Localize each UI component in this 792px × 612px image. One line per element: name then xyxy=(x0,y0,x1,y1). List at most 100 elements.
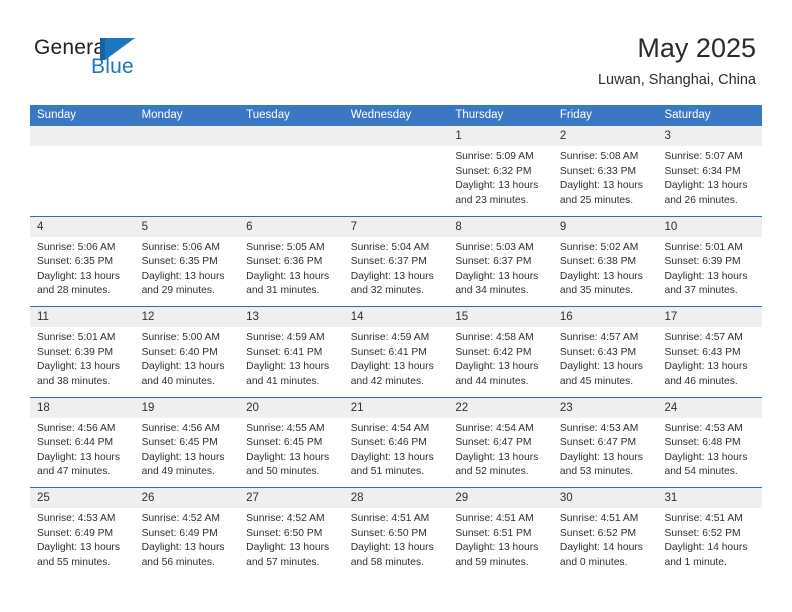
day-detail-line: Sunrise: 4:51 AM xyxy=(455,513,534,524)
calendar-day-cell[interactable]: 29 Sunrise: 4:51 AM Sunset: 6:51 PM Dayligh… xyxy=(448,488,553,579)
calendar-day-cell[interactable]: 30 Sunrise: 4:51 AM Sunset: 6:52 PM Dayligh… xyxy=(552,488,658,579)
day-number: 14 xyxy=(350,311,364,323)
day-detail-lines: Sunrise: 5:01 AM Sunset: 6:39 PM Daylight:… xyxy=(30,327,135,389)
day-number: 5 xyxy=(141,220,148,233)
calendar-week-row: 25 Sunrise: 4:53 AM Sunset: 6:49 PM Dayligh… xyxy=(30,488,763,579)
day-detail-line: Sunrise: 4:59 AM xyxy=(350,332,430,343)
calendar-day-cell[interactable]: 28 Sunrise: 4:51 AM Sunset: 6:50 PM Dayligh… xyxy=(343,488,449,579)
day-detail-line: Sunset: 6:49 PM xyxy=(37,527,114,539)
weekday-header-friday: Friday xyxy=(559,109,592,121)
calendar-day-cell[interactable]: 1 Sunrise: 5:09 AM Sunset: 6:32 PM Daylight… xyxy=(448,126,553,216)
calendar-day-cell[interactable]: 8 Sunrise: 5:03 AM Sunset: 6:37 PM Daylight… xyxy=(448,216,553,306)
page-subtitle: Luwan, Shanghai, China xyxy=(597,72,756,88)
day-detail-line: and 37 minutes. xyxy=(664,285,738,297)
calendar-day-cell[interactable]: 7 Sunrise: 5:04 AM Sunset: 6:37 PM Daylight… xyxy=(343,216,449,306)
day-detail-line: and 51 minutes. xyxy=(350,466,425,478)
day-detail-line: Sunrise: 5:01 AM xyxy=(37,332,116,343)
day-detail-line: Daylight: 14 hours xyxy=(559,542,643,554)
day-detail-line: and 35 minutes. xyxy=(559,285,634,297)
day-number-band: 12 xyxy=(134,307,240,327)
calendar-day-cell[interactable]: 5 Sunrise: 5:06 AM Sunset: 6:35 PM Daylight… xyxy=(134,216,240,306)
calendar-day-cell[interactable]: 13 Sunrise: 4:59 AM Sunset: 6:41 PM Dayligh… xyxy=(239,307,344,397)
day-detail-line: Daylight: 13 hours xyxy=(141,451,225,463)
day-detail-line: and 46 minutes. xyxy=(664,375,738,387)
day-detail-line: Sunrise: 4:58 AM xyxy=(455,332,534,343)
day-detail-line: Sunrise: 4:52 AM xyxy=(246,513,325,524)
weekday-header-row: Sunday Monday Tuesday Wednesday Thursday Frid… xyxy=(30,105,762,126)
calendar-day-cell[interactable]: 16 Sunrise: 4:57 AM Sunset: 6:43 PM Dayligh… xyxy=(552,307,658,397)
calendar-day-cell[interactable]: 20 Sunrise: 4:55 AM Sunset: 6:45 PM Dayligh… xyxy=(239,397,344,487)
day-number: 21 xyxy=(350,401,364,414)
day-detail-line: Sunset: 6:40 PM xyxy=(141,346,218,358)
day-detail-line: Sunrise: 4:53 AM xyxy=(664,422,743,434)
calendar-day-cell[interactable]: 26 Sunrise: 4:52 AM Sunset: 6:49 PM Dayligh… xyxy=(134,488,240,579)
day-detail-lines xyxy=(239,146,344,150)
day-detail-line: Sunset: 6:39 PM xyxy=(37,346,114,358)
day-detail-line: Sunset: 6:43 PM xyxy=(664,346,741,358)
day-number-band xyxy=(30,126,135,146)
day-number-band: 31 xyxy=(657,488,763,508)
day-detail-lines: Sunrise: 4:51 AM Sunset: 6:51 PM Daylight:… xyxy=(448,508,553,570)
day-detail-line: Sunrise: 4:54 AM xyxy=(350,422,430,434)
day-detail-lines: Sunrise: 4:51 AM Sunset: 6:50 PM Daylight:… xyxy=(344,508,449,570)
day-number: 9 xyxy=(559,220,567,233)
day-detail-line: Daylight: 13 hours xyxy=(246,361,330,373)
day-detail-line: Daylight: 13 hours xyxy=(37,361,120,373)
day-number-band: 23 xyxy=(552,397,658,418)
day-detail-lines xyxy=(30,146,135,150)
day-number: 1 xyxy=(455,130,462,142)
day-detail-lines: Sunrise: 4:51 AM Sunset: 6:52 PM Daylight:… xyxy=(553,508,658,570)
day-detail-lines: Sunrise: 4:52 AM Sunset: 6:49 PM Daylight:… xyxy=(135,508,240,570)
calendar-day-cell[interactable]: 2 Sunrise: 5:08 AM Sunset: 6:33 PM Daylight… xyxy=(552,126,658,216)
day-number-band: 15 xyxy=(448,307,553,327)
calendar-day-cell[interactable]: 9 Sunrise: 5:02 AM Sunset: 6:38 PM Daylight… xyxy=(552,216,658,306)
day-detail-line: Daylight: 13 hours xyxy=(350,542,434,554)
calendar-day-cell[interactable]: 24 Sunrise: 4:53 AM Sunset: 6:48 PM Dayligh… xyxy=(657,397,763,487)
day-detail-line: Sunrise: 5:07 AM xyxy=(664,151,743,162)
day-number: 24 xyxy=(664,401,678,414)
calendar-day-cell[interactable]: 22 Sunrise: 4:54 AM Sunset: 6:47 PM Dayligh… xyxy=(448,397,553,487)
calendar-day-cell[interactable]: 23 Sunrise: 4:53 AM Sunset: 6:47 PM Dayligh… xyxy=(552,397,658,487)
day-detail-line: Sunrise: 4:51 AM xyxy=(664,513,743,524)
calendar-day-cell[interactable]: 17 Sunrise: 4:57 AM Sunset: 6:43 PM Dayligh… xyxy=(657,307,763,397)
calendar-day-cell[interactable]: 18 Sunrise: 4:56 AM Sunset: 6:44 PM Dayligh… xyxy=(30,397,135,487)
calendar-day-cell[interactable]: 21 Sunrise: 4:54 AM Sunset: 6:46 PM Dayligh… xyxy=(343,397,449,487)
day-number: 19 xyxy=(141,401,155,414)
day-detail-line: Sunset: 6:47 PM xyxy=(455,437,532,449)
calendar-day-cell[interactable]: 25 Sunrise: 4:53 AM Sunset: 6:49 PM Dayligh… xyxy=(30,488,135,579)
day-detail-line: and 28 minutes. xyxy=(37,285,111,297)
calendar-day-cell[interactable]: 12 Sunrise: 5:00 AM Sunset: 6:40 PM Dayligh… xyxy=(134,307,240,397)
day-detail-line: and 59 minutes. xyxy=(455,556,529,568)
day-number-band: 19 xyxy=(134,397,240,418)
day-detail-line: Sunset: 6:36 PM xyxy=(246,256,323,268)
calendar-day-cell[interactable]: 31 Sunrise: 4:51 AM Sunset: 6:52 PM Dayligh… xyxy=(657,488,763,579)
day-number: 13 xyxy=(246,311,259,323)
day-detail-line: Sunrise: 4:51 AM xyxy=(350,513,430,524)
calendar-day-cell[interactable]: 14 Sunrise: 4:59 AM Sunset: 6:41 PM Dayligh… xyxy=(343,307,449,397)
day-detail-lines: Sunrise: 4:52 AM Sunset: 6:50 PM Daylight:… xyxy=(239,508,344,570)
calendar-day-cell[interactable]: 3 Sunrise: 5:07 AM Sunset: 6:34 PM Daylight… xyxy=(657,126,763,216)
calendar-day-cell[interactable]: 19 Sunrise: 4:56 AM Sunset: 6:45 PM Dayligh… xyxy=(134,397,240,487)
calendar-day-cell[interactable]: 15 Sunrise: 4:58 AM Sunset: 6:42 PM Dayligh… xyxy=(448,307,553,397)
day-detail-line: and 57 minutes. xyxy=(246,556,320,568)
day-number-band: 20 xyxy=(239,397,344,418)
day-detail-line: and 31 minutes. xyxy=(246,285,320,297)
day-detail-lines: Sunrise: 4:57 AM Sunset: 6:43 PM Daylight:… xyxy=(657,327,762,389)
calendar-day-cell[interactable]: 6 Sunrise: 5:05 AM Sunset: 6:36 PM Daylight… xyxy=(239,216,344,306)
day-number: 28 xyxy=(350,492,364,504)
day-number-band: 4 xyxy=(30,216,135,237)
day-number-band: 6 xyxy=(239,216,344,237)
day-detail-line: Sunrise: 5:08 AM xyxy=(559,151,639,162)
day-detail-line: Sunset: 6:32 PM xyxy=(455,165,532,177)
day-detail-lines: Sunrise: 4:56 AM Sunset: 6:45 PM Daylight:… xyxy=(135,418,240,480)
day-detail-line: Daylight: 13 hours xyxy=(559,270,643,282)
calendar-day-cell[interactable]: 4 Sunrise: 5:06 AM Sunset: 6:35 PM Daylight… xyxy=(30,216,135,306)
day-detail-line: Daylight: 13 hours xyxy=(664,361,748,373)
calendar-day-cell[interactable]: 11 Sunrise: 5:01 AM Sunset: 6:39 PM Dayligh… xyxy=(30,307,135,397)
calendar-week-row: 4 Sunrise: 5:06 AM Sunset: 6:35 PM Daylight… xyxy=(30,216,763,307)
day-detail-lines: Sunrise: 5:02 AM Sunset: 6:38 PM Daylight:… xyxy=(553,237,658,299)
day-detail-line: Sunset: 6:44 PM xyxy=(37,437,114,449)
calendar-day-cell[interactable]: 27 Sunrise: 4:52 AM Sunset: 6:50 PM Dayligh… xyxy=(239,488,344,579)
day-detail-line: Sunrise: 4:52 AM xyxy=(141,513,220,524)
calendar-day-cell[interactable]: 10 Sunrise: 5:01 AM Sunset: 6:39 PM Dayligh… xyxy=(657,216,763,306)
